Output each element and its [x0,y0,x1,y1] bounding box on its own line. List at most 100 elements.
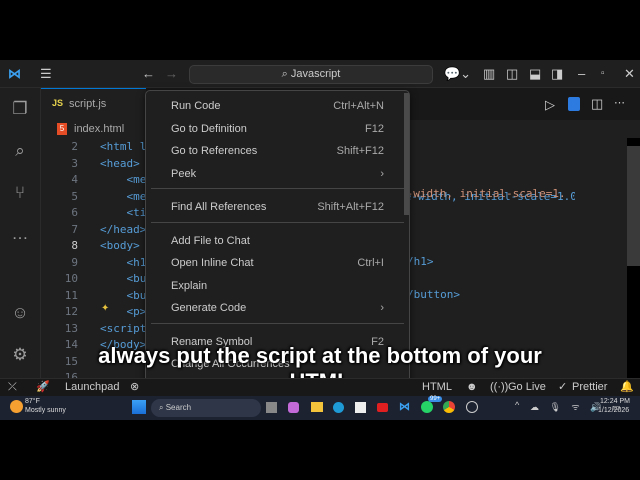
chrome-icon[interactable] [443,401,455,413]
search-icon: ⌕ [281,68,291,80]
code-line: </head> [100,222,147,236]
menu-item[interactable]: Go to Definition F12 [171,119,384,139]
minimize-icon[interactable]: – [578,66,585,82]
back-icon[interactable]: ← [142,66,155,82]
menu-item[interactable]: Generate Code › [171,298,384,318]
menu-item[interactable]: Open Inline Chat Ctrl+I [171,253,384,273]
run-icon[interactable]: ▷ [545,97,555,113]
toggle-secondary-sidebar-icon[interactable]: ◨ [551,66,563,82]
menu-item-label: Go to Definition [171,122,247,135]
menu-item-shortcut: Shift+F12 [336,145,384,157]
line-number: 3 [71,156,78,170]
toggle-sidebar-icon[interactable]: ◫ [506,66,518,82]
menu-item-shortcut: › [380,302,384,314]
temperature: 87°F [25,398,40,405]
menu-item-label: Explain [171,279,208,292]
code-line: <body> [100,239,140,252]
menu-item-shortcut: Ctrl+Alt+N [333,100,384,112]
copilot-icon[interactable]: ☻ [466,379,478,396]
language-mode[interactable]: HTML [422,379,452,396]
weather-text: Mostly sunny [25,407,66,414]
clock-time[interactable]: 12:24 PM [600,398,630,405]
command-center-search[interactable]: ⌕ Javascript [189,65,433,84]
line-number: 2 [71,140,78,153]
menu-item-label: Add File to Chat [171,234,250,247]
line-number: 13 [64,321,78,335]
line-number: 4 [71,173,78,186]
close-icon[interactable]: ✕ [624,66,635,82]
line-number: 11 [64,288,78,302]
copilot-chat-icon[interactable]: 💬⌄ [444,66,471,82]
editor-scrollbar[interactable] [627,146,640,266]
search-icon[interactable]: ⌕ [9,141,31,163]
line-number: 8 [71,239,78,252]
status-bar: ⤫ 🚀 Launchpad ⊗ HTML ☻ ((·)) Go Live ✓ P… [0,378,640,396]
sparkle-icon[interactable]: ✦ [101,303,109,314]
copilot-app-icon[interactable] [288,402,299,413]
split-editor-icon[interactable]: ◫ [591,96,603,112]
task-view-icon[interactable] [266,402,277,413]
menu-item-shortcut: Ctrl+I [357,257,384,269]
notification-badge: 99+ [428,396,443,402]
menu-item[interactable]: Add File to Chat [171,231,384,251]
menu-item[interactable]: Explain [171,276,384,296]
bell-icon[interactable]: 🔔 [620,379,634,396]
more-actions-icon[interactable]: ⋯ [614,96,625,109]
live-preview-icon[interactable] [568,97,580,111]
line-number: 12 [64,305,78,318]
file-explorer-icon[interactable] [311,402,323,412]
caption-line: always put the script at the bottom of y… [98,343,542,368]
menu-item[interactable]: Peek › [171,164,384,184]
app-icon[interactable] [466,401,478,413]
go-live-button[interactable]: Go Live [508,379,546,396]
menu-item-shortcut: F12 [365,122,384,135]
html-file-icon: 5 [57,123,67,135]
forward-icon[interactable]: → [165,66,178,82]
breadcrumb-file[interactable]: index.html [74,123,124,135]
menu-separator [151,188,404,189]
code-fragment: /h1> [407,255,434,268]
menu-item[interactable]: Go to References Shift+F12 [171,141,384,161]
broadcast-icon: ((·)) [490,381,509,393]
launchpad-button[interactable]: Launchpad [65,379,119,396]
menu-item-shortcut: Shift+Alt+F12 [317,201,384,213]
menu-item-label: Generate Code [171,302,247,314]
remote-icon[interactable]: ⤫ [8,379,17,396]
menu-separator [151,322,404,324]
youtube-icon[interactable] [377,403,388,412]
weather-icon [10,400,23,413]
line-number: 7 [71,222,78,236]
clock-date[interactable]: 1/12/2026 [598,407,629,414]
menu-item-label: Peek [171,167,197,180]
line-number: 10 [64,272,78,285]
whatsapp-icon[interactable] [421,401,433,413]
errors-icon[interactable]: ⊗ [130,379,139,396]
line-number: 9 [71,255,78,269]
tab-script-js[interactable]: JS script.js [41,88,146,120]
explorer-icon[interactable]: ❐ [9,99,31,121]
toggle-panel-icon[interactable]: ⬓ [529,66,541,82]
source-control-icon[interactable]: ⑂ [9,183,31,205]
maximize-icon[interactable]: ▫ [601,66,605,82]
menu-item[interactable]: Find All References Shift+Alt+F12 [171,197,384,217]
code-line: <head> [100,156,140,170]
prettier-button[interactable]: Prettier [572,379,607,396]
vscode-taskbar-icon[interactable]: ⋈ [399,400,410,413]
search-text: Javascript [290,68,341,80]
tray-chevron-icon[interactable]: ^ [515,400,519,410]
start-icon[interactable] [132,400,146,414]
layout-icon[interactable]: ▥ [483,66,495,82]
store-icon[interactable] [355,402,366,413]
more-icon[interactable]: … [9,224,31,246]
menu-scrollbar[interactable] [404,93,409,215]
edge-icon[interactable] [333,402,344,413]
menu-icon[interactable]: ☰ [40,66,52,82]
minimap[interactable] [575,138,627,378]
menu-item-label: Run Code [171,100,221,112]
code-fragment: e-width, initial-scale=1. [400,187,566,200]
menu-item[interactable]: Run Code Ctrl+Alt+N [171,96,384,116]
tab-label: script.js [69,98,107,110]
taskbar-search[interactable]: ⌕ Search [151,399,261,417]
js-file-icon: JS [52,98,64,108]
account-icon[interactable]: ☺ [9,303,31,325]
